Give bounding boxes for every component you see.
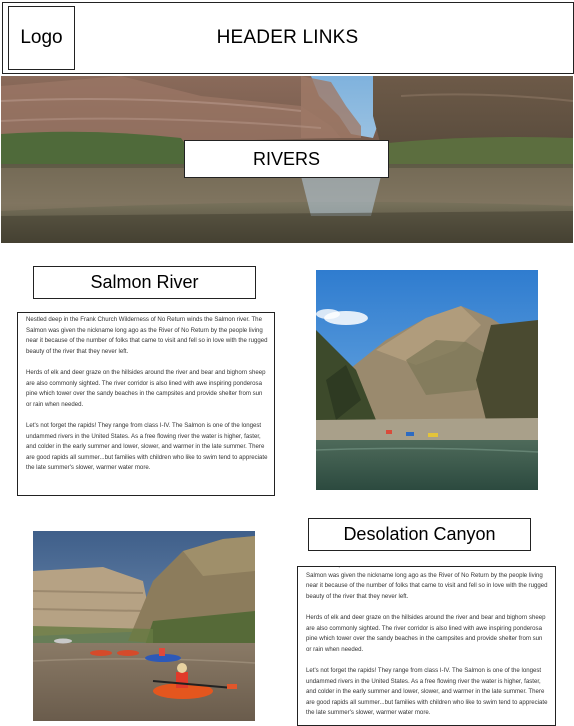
- salmon-river-text: Nestled deep in the Frank Church Wildern…: [17, 312, 275, 496]
- salmon-river-heading: Salmon River: [33, 266, 256, 299]
- desolation-canyon-heading: Desolation Canyon: [308, 518, 531, 551]
- desolation-paragraph-2: Herds of elk and deer graze on the hills…: [306, 613, 546, 653]
- desolation-paragraph-3: Let's not forget the rapids! They range …: [306, 666, 548, 717]
- desolation-canyon-photo: [33, 531, 255, 721]
- header-links[interactable]: HEADER LINKS: [140, 0, 435, 76]
- hero-title: RIVERS: [184, 140, 389, 178]
- salmon-paragraph-3: Let's not forget the rapids! They range …: [26, 421, 268, 472]
- salmon-river-photo: [316, 270, 538, 490]
- desolation-paragraph-1: Nestled deep in the Frank Church Wildern…: [306, 567, 548, 600]
- salmon-paragraph-1: Nestled deep in the Frank Church Wildern…: [26, 316, 268, 355]
- logo[interactable]: Logo: [8, 6, 75, 70]
- desolation-canyon-text: Nestled deep in the Frank Church Wildern…: [297, 566, 556, 726]
- salmon-paragraph-2: Herds of elk and deer graze on the hills…: [26, 368, 266, 408]
